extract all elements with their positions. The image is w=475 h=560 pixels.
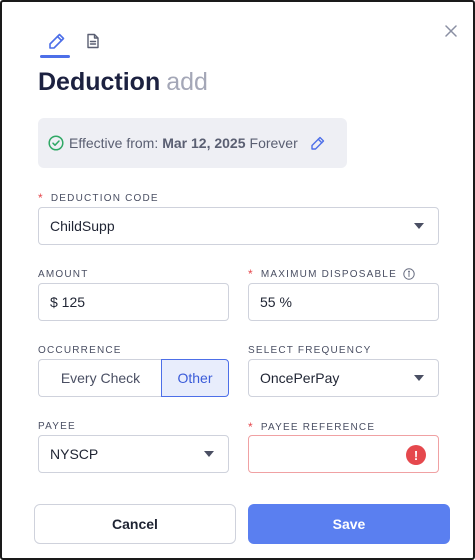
amount-label-text: AMOUNT (38, 269, 89, 280)
effective-suffix: Forever (249, 135, 298, 151)
occurrence-label-text: OCCURRENCE (38, 345, 122, 356)
error-icon: ! (406, 445, 426, 465)
active-tab-indicator (40, 55, 70, 58)
payee-label-text: PAYEE (38, 421, 76, 432)
occurrence-option-other[interactable]: Other (161, 359, 229, 397)
maximum-disposable-label: * MAXIMUM DISPOSABLE (248, 267, 415, 281)
select-frequency-label-text: SELECT FREQUENCY (248, 345, 372, 356)
document-icon (84, 32, 102, 50)
tab-edit[interactable] (40, 26, 74, 56)
save-button[interactable]: Save (248, 504, 450, 544)
select-frequency-select[interactable]: OncePerPay (248, 359, 439, 397)
amount-input[interactable]: $ 125 (38, 283, 229, 321)
required-mark: * (248, 420, 254, 434)
occurrence-toggle: Every Check Other (38, 359, 229, 397)
deduction-code-value: ChildSupp (50, 218, 115, 234)
deduction-dialog: Deduction add Effective from: Mar 12, 202… (0, 0, 475, 560)
tab-document[interactable] (76, 26, 110, 56)
pencil-icon (310, 135, 326, 151)
cancel-button[interactable]: Cancel (34, 504, 236, 544)
effective-date: Mar 12, 2025 (162, 135, 246, 151)
deduction-code-label-text: DEDUCTION CODE (50, 192, 159, 204)
amount-value: $ 125 (50, 294, 86, 310)
maximum-disposable-input[interactable]: 55 % (248, 283, 439, 321)
select-frequency-label: SELECT FREQUENCY (248, 345, 371, 356)
payee-reference-input[interactable]: ! (248, 435, 439, 473)
chevron-down-icon (204, 451, 214, 457)
occurrence-option-every-check[interactable]: Every Check (38, 359, 162, 397)
payee-value: NYSCP (50, 446, 99, 462)
chevron-down-icon (414, 223, 424, 229)
required-mark: * (248, 267, 254, 281)
maximum-disposable-value: 55 % (260, 294, 292, 310)
check-circle-icon (48, 135, 64, 151)
title-sub: add (166, 68, 208, 96)
deduction-code-select[interactable]: ChildSupp (38, 207, 439, 245)
payee-reference-label: * PAYEE REFERENCE (248, 420, 375, 434)
info-icon[interactable] (403, 268, 415, 280)
close-button[interactable] (440, 20, 462, 42)
amount-label: AMOUNT (38, 269, 89, 280)
maximum-disposable-label-text: MAXIMUM DISPOSABLE (260, 268, 397, 280)
select-frequency-value: OncePerPay (260, 370, 340, 386)
payee-select[interactable]: NYSCP (38, 435, 229, 473)
tab-bar (38, 26, 148, 60)
edit-effective-date-button[interactable] (310, 135, 326, 151)
occurrence-label: OCCURRENCE (38, 345, 122, 356)
chevron-down-icon (414, 375, 424, 381)
close-icon (445, 25, 457, 37)
required-mark: * (38, 191, 44, 205)
payee-label: PAYEE (38, 421, 76, 432)
title-main: Deduction (38, 68, 161, 96)
effective-date-banner: Effective from: Mar 12, 2025 Forever (38, 118, 347, 168)
pencil-icon (47, 31, 67, 51)
deduction-code-label: * DEDUCTION CODE (38, 191, 159, 205)
effective-prefix: Effective from: (69, 135, 159, 151)
payee-reference-label-text: PAYEE REFERENCE (260, 421, 376, 433)
page-title: Deduction add (38, 66, 208, 98)
